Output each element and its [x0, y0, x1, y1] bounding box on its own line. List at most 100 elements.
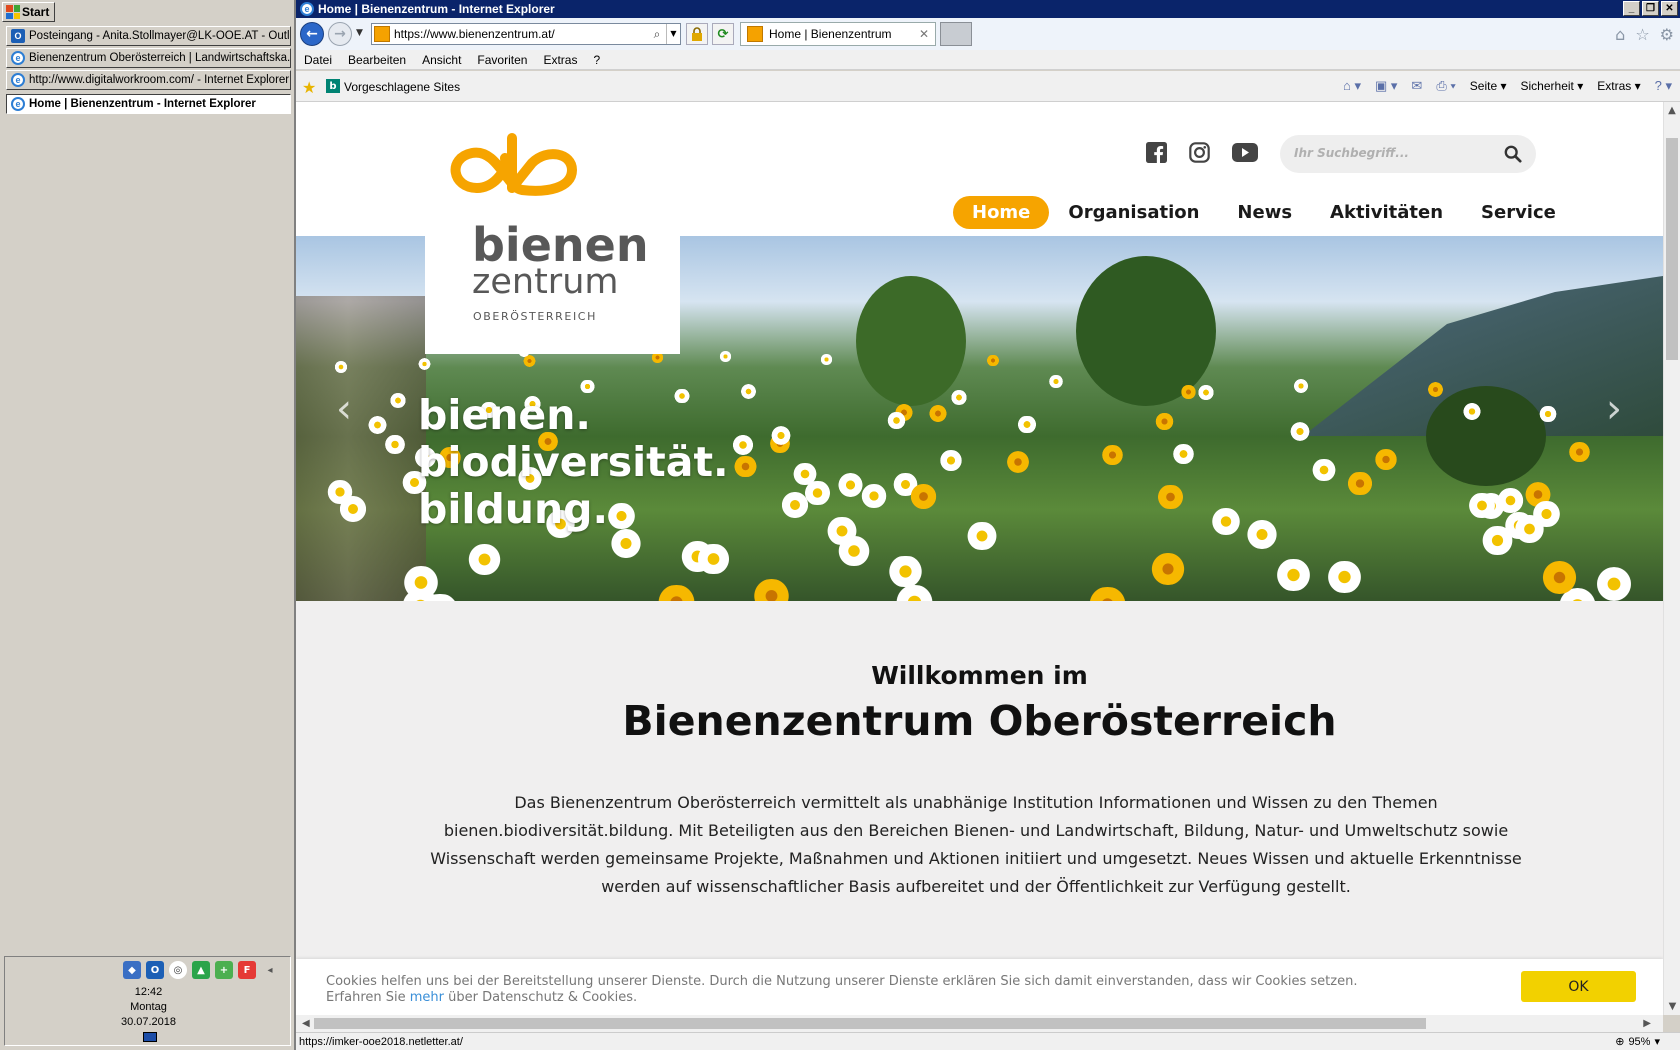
taskbar-item-ie-home[interactable]: e Home | Bienenzentrum - Internet Explor…	[6, 94, 291, 114]
suggested-sites-link[interactable]: Vorgeschlagene Sites	[344, 80, 460, 94]
tools-menu-label: Extras	[1597, 79, 1632, 93]
start-button[interactable]: Start	[2, 2, 55, 22]
volume-icon[interactable]: ◂	[261, 961, 279, 979]
new-tab-button[interactable]	[940, 22, 972, 46]
nav-service[interactable]: Service	[1462, 196, 1575, 229]
menu-datei[interactable]: Datei	[304, 53, 332, 67]
hero-flower	[1178, 384, 1199, 399]
mail-icon[interactable]: ✉	[1411, 78, 1422, 94]
clock[interactable]: 12:42 Montag 30.07.2018	[5, 985, 292, 1030]
nav-aktivitaeten[interactable]: Aktivitäten	[1311, 196, 1462, 229]
search-icon[interactable]: ⌕	[648, 27, 666, 42]
desktop-icon[interactable]	[143, 1032, 157, 1042]
print-icon[interactable]: ⎙ ▾	[1436, 78, 1455, 94]
vertical-scroll-thumb[interactable]	[1666, 138, 1678, 360]
hero-flower	[1566, 441, 1594, 462]
forward-button[interactable]: →	[328, 22, 352, 46]
command-bar: ⌂ ▾ ▣ ▾ ✉ ⎙ ▾ Seite ▾ Sicherheit ▾ Extra…	[1343, 78, 1672, 94]
search-icon[interactable]	[1504, 145, 1522, 163]
user-icon[interactable]: ▲	[192, 961, 210, 979]
nav-home[interactable]: Home	[953, 196, 1050, 229]
cookie-text-line-2: Erfahren Sie mehr über Datenschutz & Coo…	[326, 990, 1357, 1006]
scroll-left-icon[interactable]: ◀	[302, 1015, 310, 1032]
site-search-placeholder: Ihr Suchbegriff...	[1294, 146, 1409, 160]
hero-flower	[332, 361, 349, 374]
refresh-button[interactable]: ⟳	[712, 23, 734, 45]
add-favorites-star-icon[interactable]: ★	[302, 78, 316, 97]
scroll-down-icon[interactable]: ▼	[1664, 998, 1680, 1015]
restore-button[interactable]: ❐	[1642, 1, 1659, 16]
hero-flower	[729, 435, 756, 455]
home-icon[interactable]: ⌂	[1615, 25, 1625, 44]
favorites-star-icon[interactable]: ☆	[1635, 25, 1649, 44]
zoom-control[interactable]: ⊕ 95% ▾	[1615, 1035, 1660, 1049]
address-dropdown-icon[interactable]: ▼	[666, 24, 680, 44]
facebook-icon[interactable]	[1146, 142, 1167, 163]
tab-home[interactable]: Home | Bienenzentrum ✕	[740, 22, 936, 46]
hero-flower	[1208, 507, 1245, 535]
menu-extras[interactable]: Extras	[543, 53, 577, 67]
menu-bearbeiten[interactable]: Bearbeiten	[348, 53, 406, 67]
minimize-button[interactable]: _	[1623, 1, 1640, 16]
vertical-scrollbar[interactable]: ▲ ▼	[1663, 102, 1680, 1015]
taskbar-item-outlook[interactable]: O Posteingang - Anita.Stollmayer@LK-OOE.…	[6, 26, 291, 46]
close-button[interactable]: ✕	[1661, 1, 1678, 16]
window-title: Home | Bienenzentrum - Internet Explorer	[318, 2, 555, 16]
nav-news[interactable]: News	[1218, 196, 1311, 229]
outlook-icon: O	[11, 29, 25, 43]
welcome-text: Das Bienenzentrum Oberösterreich vermitt…	[430, 793, 1522, 896]
site-logo[interactable]: bienen zentrum OBERÖSTERREICH	[425, 102, 680, 354]
cookie-more-link[interactable]: mehr	[410, 990, 444, 1005]
hero-flower	[1003, 451, 1033, 473]
address-bar[interactable]: https://www.bienenzentrum.at/ ⌕ ▼	[371, 23, 681, 45]
hero-flower	[936, 449, 965, 471]
security-lock-icon[interactable]	[686, 23, 708, 45]
menu-ansicht[interactable]: Ansicht	[422, 53, 461, 67]
hero-flower	[1529, 500, 1565, 528]
back-button[interactable]: ←	[300, 22, 324, 46]
hero-next-arrow-icon[interactable]: ›	[1606, 386, 1622, 432]
welcome-section: Willkommen im Bienenzentrum Oberösterrei…	[296, 601, 1663, 1015]
hero-flower	[1170, 443, 1198, 465]
outlook-tray-icon[interactable]: O	[146, 961, 164, 979]
youtube-icon[interactable]	[1232, 143, 1258, 162]
cookie-ok-button[interactable]: OK	[1521, 971, 1636, 1002]
nav-organisation[interactable]: Organisation	[1049, 196, 1218, 229]
taskbar-item-ie-bienenzentrum-lk[interactable]: e Bienenzentrum Oberösterreich | Landwir…	[6, 48, 291, 68]
scroll-right-icon[interactable]: ▶	[1643, 1015, 1651, 1032]
address-input[interactable]: https://www.bienenzentrum.at/	[394, 27, 648, 41]
hero-prev-arrow-icon[interactable]: ‹	[336, 386, 352, 432]
scroll-up-icon[interactable]: ▲	[1664, 102, 1680, 119]
help-icon[interactable]: ? ▾	[1655, 78, 1672, 94]
flash-icon[interactable]: F	[238, 961, 256, 979]
menu-favoriten[interactable]: Favoriten	[477, 53, 527, 67]
plus-app-icon[interactable]: +	[215, 961, 233, 979]
ie-icon: e	[11, 73, 25, 87]
horizontal-scrollbar[interactable]: ◀ ▶	[296, 1015, 1663, 1032]
network-tool-icon[interactable]: ◆	[123, 961, 141, 979]
window-titlebar[interactable]: e Home | Bienenzentrum - Internet Explor…	[296, 0, 1680, 18]
page-menu[interactable]: Seite ▾	[1470, 79, 1507, 93]
zoom-dropdown-icon[interactable]: ▾	[1654, 1035, 1660, 1048]
home-cmd-icon[interactable]: ⌂ ▾	[1343, 78, 1361, 94]
hero-line-2: biodiversität.	[418, 438, 729, 486]
site-search-input[interactable]: Ihr Suchbegriff...	[1280, 135, 1536, 173]
hero-flower	[748, 578, 795, 601]
menu-help[interactable]: ?	[593, 53, 600, 67]
hero-flower	[692, 543, 734, 575]
hero-flower	[738, 384, 758, 399]
instagram-icon[interactable]	[1189, 142, 1210, 163]
settings-gear-icon[interactable]: ⚙	[1660, 25, 1674, 44]
hero-flower	[1494, 488, 1528, 514]
hero-flower	[731, 455, 761, 478]
recent-pages-dropdown[interactable]: ▼	[356, 28, 363, 38]
sync-icon[interactable]: ◎	[169, 961, 187, 979]
feeds-icon[interactable]: ▣ ▾	[1375, 78, 1397, 94]
tools-menu[interactable]: Extras ▾	[1597, 79, 1640, 93]
hero-flower	[891, 584, 938, 601]
horizontal-scroll-thumb[interactable]	[314, 1018, 1426, 1029]
clock-date: 30.07.2018	[120, 1016, 177, 1028]
taskbar-item-ie-digitalworkroom[interactable]: e http://www.digitalworkroom.com/ - Inte…	[6, 70, 291, 90]
tab-close-icon[interactable]: ✕	[919, 27, 929, 41]
security-menu[interactable]: Sicherheit ▾	[1521, 79, 1584, 93]
